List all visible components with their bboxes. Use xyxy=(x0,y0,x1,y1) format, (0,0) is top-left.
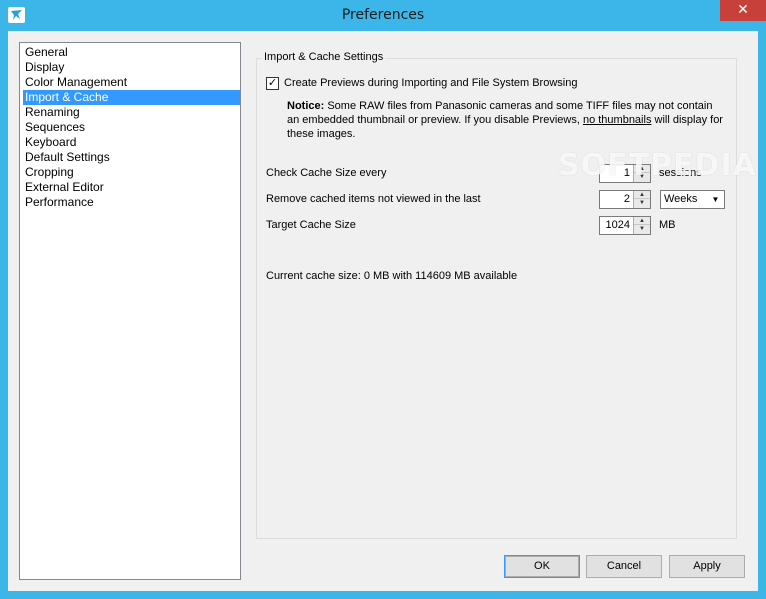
cancel-button[interactable]: Cancel xyxy=(586,555,662,578)
target-cache-value[interactable]: 1024 xyxy=(606,219,630,232)
sidebar-item-performance[interactable]: Performance xyxy=(23,195,240,210)
softpedia-watermark: SOFTPEDIA xyxy=(558,148,757,183)
spin-down-icon[interactable]: ▼ xyxy=(634,199,650,207)
target-cache-spin-buttons[interactable]: ▲ ▼ xyxy=(633,217,650,234)
create-previews-checkbox[interactable]: ✓ xyxy=(266,77,279,90)
ok-button[interactable]: OK xyxy=(504,555,580,578)
spin-up-icon[interactable]: ▲ xyxy=(634,191,650,199)
preferences-window: Preferences ✕ General Display Color Mana… xyxy=(0,0,766,599)
group-title: Import & Cache Settings xyxy=(262,51,386,64)
apply-button[interactable]: Apply xyxy=(669,555,745,578)
target-cache-stepper[interactable]: 1024 ▲ ▼ xyxy=(599,216,651,235)
mb-unit-label: MB xyxy=(659,219,676,231)
remove-cached-value[interactable]: 2 xyxy=(624,193,630,206)
close-button[interactable]: ✕ xyxy=(720,0,766,21)
dialog-body: General Display Color Management Import … xyxy=(8,31,758,591)
sidebar-item-renaming[interactable]: Renaming xyxy=(23,105,240,120)
sidebar-item-default-settings[interactable]: Default Settings xyxy=(23,150,240,165)
title-bar[interactable]: Preferences ✕ xyxy=(0,0,766,31)
spin-down-icon[interactable]: ▼ xyxy=(634,225,650,233)
check-cache-label: Check Cache Size every xyxy=(266,167,387,179)
sidebar-item-color-management[interactable]: Color Management xyxy=(23,75,240,90)
notice-heading: Notice: xyxy=(287,100,325,112)
window-title: Preferences xyxy=(341,7,425,23)
remove-period-select[interactable]: Weeks ▼ xyxy=(660,190,725,209)
sidebar-item-cropping[interactable]: Cropping xyxy=(23,165,240,180)
sidebar-item-display[interactable]: Display xyxy=(23,60,240,75)
sidebar-item-keyboard[interactable]: Keyboard xyxy=(23,135,240,150)
remove-cached-spin-buttons[interactable]: ▲ ▼ xyxy=(633,191,650,208)
target-cache-label: Target Cache Size xyxy=(266,219,356,231)
spin-up-icon[interactable]: ▲ xyxy=(634,217,650,225)
dropdown-arrow-icon[interactable]: ▼ xyxy=(708,192,723,207)
remove-cached-label: Remove cached items not viewed in the la… xyxy=(266,193,481,205)
notice-text: Notice: Some RAW files from Panasonic ca… xyxy=(287,99,727,141)
notice-no-thumbnails: no thumbnails xyxy=(582,114,652,126)
sidebar-item-external-editor[interactable]: External Editor xyxy=(23,180,240,195)
current-cache-status: Current cache size: 0 MB with 114609 MB … xyxy=(266,270,518,282)
preferences-category-list[interactable]: General Display Color Management Import … xyxy=(19,42,241,580)
checkmark-icon: ✓ xyxy=(267,77,278,89)
create-previews-label[interactable]: Create Previews during Importing and Fil… xyxy=(284,77,577,90)
remove-period-value[interactable]: Weeks xyxy=(664,193,697,206)
sidebar-item-import-cache[interactable]: Import & Cache xyxy=(23,90,240,105)
remove-cached-stepper[interactable]: 2 ▲ ▼ xyxy=(599,190,651,209)
sidebar-item-general[interactable]: General xyxy=(23,45,240,60)
sidebar-item-sequences[interactable]: Sequences xyxy=(23,120,240,135)
